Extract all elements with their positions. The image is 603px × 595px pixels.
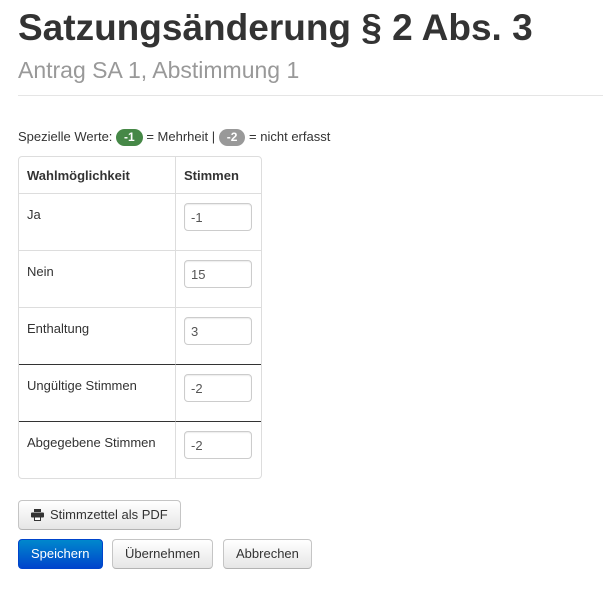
table-row: Abgegebene Stimmen	[19, 421, 261, 478]
page-title: Satzungsänderung § 2 Abs. 3	[18, 7, 533, 48]
votes-input-enthaltung[interactable]	[184, 317, 252, 345]
page: Satzungsänderung § 2 Abs. 3 Antrag SA 1,…	[0, 0, 603, 84]
special-values-label: Spezielle Werte:	[18, 129, 113, 144]
option-cell: Enthaltung	[19, 307, 175, 364]
option-cell: Ungültige Stimmen	[19, 364, 175, 421]
majority-badge: -1	[116, 129, 143, 146]
option-cell: Ja	[19, 194, 175, 250]
table-row: Nein	[19, 250, 261, 307]
table-row: Ja	[19, 194, 261, 250]
option-label-ungueltig: Ungültige Stimmen	[27, 378, 137, 393]
column-header-option: Wahlmöglichkeit	[19, 157, 175, 194]
option-label-abgegeben: Abgegebene Stimmen	[27, 435, 156, 450]
column-header-votes: Stimmen	[175, 157, 261, 194]
votes-input-nein[interactable]	[184, 260, 252, 288]
not-recorded-text: = nicht erfasst	[249, 129, 331, 144]
votes-input-abgegeben[interactable]	[184, 431, 252, 459]
page-subtitle: Antrag SA 1, Abstimmung 1	[18, 57, 300, 83]
votes-input-ungueltig[interactable]	[184, 374, 252, 402]
option-cell: Nein	[19, 250, 175, 307]
option-cell: Abgegebene Stimmen	[19, 421, 175, 478]
header-divider	[18, 95, 603, 96]
table-row: Ungültige Stimmen	[19, 364, 261, 421]
ballot-pdf-button[interactable]: Stimmzettel als PDF	[18, 500, 181, 530]
print-icon	[31, 509, 44, 521]
apply-button[interactable]: Übernehmen	[112, 539, 214, 569]
votes-cell	[175, 194, 261, 250]
majority-text: = Mehrheit |	[146, 129, 216, 144]
votes-cell	[175, 421, 261, 478]
special-values-legend: Spezielle Werte: -1 = Mehrheit | -2 = ni…	[18, 128, 330, 146]
votes-cell	[175, 250, 261, 307]
votes-input-ja[interactable]	[184, 203, 252, 231]
table-header-row: Wahlmöglichkeit Stimmen	[19, 157, 261, 194]
not-recorded-badge: -2	[218, 129, 246, 146]
ballot-pdf-label: Stimmzettel als PDF	[50, 507, 168, 522]
option-label-nein: Nein	[27, 264, 54, 279]
votes-cell	[175, 307, 261, 364]
votes-cell	[175, 364, 261, 421]
votes-table: Wahlmöglichkeit Stimmen Ja Nein Enthaltu…	[18, 156, 262, 479]
table-row: Enthaltung	[19, 307, 261, 364]
option-label-ja: Ja	[27, 207, 41, 222]
save-button[interactable]: Speichern	[18, 539, 103, 569]
option-label-enthaltung: Enthaltung	[27, 321, 90, 336]
cancel-button[interactable]: Abbrechen	[223, 539, 312, 569]
